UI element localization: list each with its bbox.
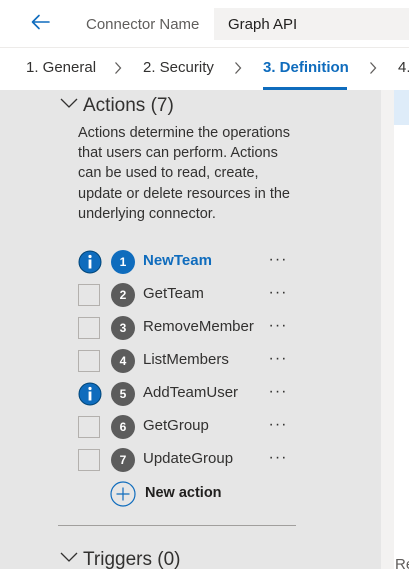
more-options-button[interactable]: ··· bbox=[266, 447, 290, 471]
action-name[interactable]: UpdateGroup bbox=[143, 450, 233, 467]
header-bar: Connector Name bbox=[0, 0, 409, 47]
more-options-button[interactable]: ··· bbox=[266, 282, 290, 306]
more-options-button[interactable]: ··· bbox=[266, 249, 290, 273]
action-name[interactable]: GetGroup bbox=[143, 417, 209, 434]
action-number-badge: 4 bbox=[111, 349, 135, 373]
chevron-right-icon bbox=[115, 62, 122, 74]
connector-name-label: Connector Name bbox=[86, 16, 200, 33]
wizard-tabs: 1. General 2. Security 3. Definition 4. bbox=[0, 47, 409, 90]
back-arrow-icon[interactable] bbox=[29, 11, 51, 33]
action-checkbox[interactable] bbox=[78, 350, 100, 372]
action-name[interactable]: NewTeam bbox=[143, 252, 212, 269]
action-number-badge: 6 bbox=[111, 415, 135, 439]
action-row[interactable]: 2 GetTeam ··· bbox=[0, 280, 300, 313]
chevron-down-icon bbox=[60, 552, 78, 562]
info-icon[interactable] bbox=[78, 382, 102, 406]
action-checkbox[interactable] bbox=[78, 317, 100, 339]
action-number-badge: 2 bbox=[111, 283, 135, 307]
tab-general[interactable]: 1. General bbox=[26, 59, 96, 76]
actions-description: Actions determine the operations that us… bbox=[78, 125, 290, 222]
operations-panel: Actions (7) Actions determine the operat… bbox=[0, 90, 381, 569]
action-row[interactable]: 7 UpdateGroup ··· bbox=[0, 445, 300, 478]
action-checkbox[interactable] bbox=[78, 449, 100, 471]
section-divider bbox=[58, 525, 296, 526]
details-panel-highlight bbox=[394, 90, 409, 125]
new-action-label: New action bbox=[145, 485, 222, 501]
chevron-right-icon bbox=[235, 62, 242, 74]
action-row[interactable]: 5 AddTeamUser ··· bbox=[0, 379, 300, 412]
tab-security[interactable]: 2. Security bbox=[143, 59, 214, 76]
connector-name-input[interactable] bbox=[214, 8, 409, 40]
action-name[interactable]: ListMembers bbox=[143, 351, 229, 368]
details-panel-text: Re bbox=[395, 556, 409, 573]
action-row[interactable]: 1 NewTeam ··· bbox=[0, 247, 300, 280]
tab-code[interactable]: 4. bbox=[398, 59, 409, 76]
action-row[interactable]: 4 ListMembers ··· bbox=[0, 346, 300, 379]
add-circle-icon bbox=[110, 481, 136, 507]
more-options-button[interactable]: ··· bbox=[266, 414, 290, 438]
tab-definition[interactable]: 3. Definition bbox=[263, 59, 349, 76]
action-checkbox[interactable] bbox=[78, 284, 100, 306]
details-panel bbox=[394, 90, 409, 569]
action-number-badge: 3 bbox=[111, 316, 135, 340]
more-options-button[interactable]: ··· bbox=[266, 381, 290, 405]
action-number-badge: 1 bbox=[111, 250, 135, 274]
panel-scrollbar[interactable] bbox=[381, 90, 394, 569]
action-row[interactable]: 3 RemoveMember ··· bbox=[0, 313, 300, 346]
chevron-right-icon bbox=[370, 62, 377, 74]
action-name[interactable]: RemoveMember bbox=[143, 318, 254, 335]
action-number-badge: 7 bbox=[111, 448, 135, 472]
info-icon[interactable] bbox=[78, 250, 102, 274]
action-checkbox[interactable] bbox=[78, 416, 100, 438]
action-name[interactable]: AddTeamUser bbox=[143, 384, 238, 401]
triggers-section-title: Triggers (0) bbox=[83, 549, 181, 569]
chevron-down-icon bbox=[60, 98, 78, 108]
action-number-badge: 5 bbox=[111, 382, 135, 406]
more-options-button[interactable]: ··· bbox=[266, 348, 290, 372]
action-name[interactable]: GetTeam bbox=[143, 285, 204, 302]
actions-section-title: Actions (7) bbox=[83, 95, 174, 116]
action-row[interactable]: 6 GetGroup ··· bbox=[0, 412, 300, 445]
more-options-button[interactable]: ··· bbox=[266, 315, 290, 339]
